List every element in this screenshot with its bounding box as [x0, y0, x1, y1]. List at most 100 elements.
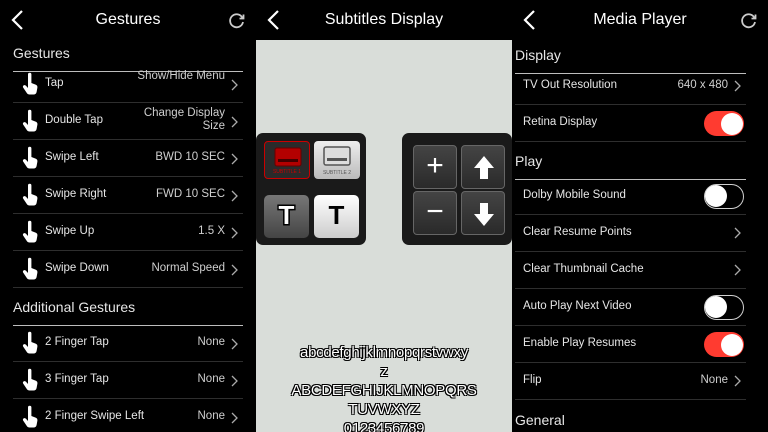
gesture-row[interactable]: 2 Finger Tap None — [13, 325, 243, 362]
subtitle2-button[interactable]: SUBTITLE 2 — [314, 141, 360, 179]
gestures-navbar: Gestures — [0, 0, 256, 40]
outlined-text-button[interactable]: T — [264, 195, 309, 238]
toggle-knob — [720, 333, 743, 356]
subtitle-sample-line: ABCDEFGHIJKLMNOPQRS — [291, 382, 477, 399]
chevron-right-icon — [231, 115, 238, 128]
chevron-right-icon — [734, 264, 741, 276]
clear-resume-points-row[interactable]: Clear Resume Points — [515, 215, 746, 252]
subtitle-sample-line: z — [380, 363, 388, 380]
chevron-right-icon — [231, 263, 238, 276]
row-label: Enable Play Resumes — [523, 337, 637, 349]
move-up-button[interactable] — [461, 145, 505, 189]
page-title: Media Player — [593, 11, 687, 28]
row-label: TV Out Resolution — [523, 79, 617, 91]
hand-pointer-icon — [21, 331, 39, 355]
hand-pointer-icon — [21, 146, 39, 170]
chevron-right-icon — [734, 80, 741, 92]
arrow-down-icon — [474, 203, 494, 226]
row-value: BWD 10 SEC — [155, 151, 225, 163]
row-value: None — [700, 374, 729, 386]
toggle-knob — [705, 185, 727, 207]
row-label: Swipe Up — [45, 225, 95, 237]
media-player-panel: Media Player Display TV Out Resolution 6… — [512, 0, 768, 432]
toggle-knob — [705, 296, 727, 318]
gesture-row[interactable]: Swipe Up 1.5 X — [13, 214, 243, 251]
media-navbar: Media Player — [512, 0, 768, 40]
retina-display-toggle[interactable] — [704, 111, 744, 136]
row-label: Swipe Left — [45, 151, 99, 163]
refresh-icon[interactable] — [228, 12, 246, 30]
subtitle1-caption: SUBTITLE 1 — [272, 169, 302, 175]
font-size-decrease-button[interactable]: − — [413, 191, 457, 235]
row-label: Tap — [45, 77, 64, 89]
subtitle-sample-line: TUVWXYZ — [348, 401, 420, 418]
gesture-row[interactable]: Swipe Down Normal Speed — [13, 251, 243, 288]
hand-pointer-icon — [21, 183, 39, 207]
auto-play-next-video-row: Auto Play Next Video — [515, 289, 746, 326]
hand-pointer-icon — [21, 109, 39, 133]
hand-pointer-icon — [21, 257, 39, 281]
chevron-right-icon — [231, 152, 238, 165]
row-value: 640 x 480 — [677, 79, 728, 91]
gesture-row[interactable]: Swipe Right FWD 10 SEC — [13, 177, 243, 214]
retina-display-row: Retina Display — [515, 105, 746, 142]
tv-out-resolution-row[interactable]: TV Out Resolution 640 x 480 — [515, 68, 746, 105]
chevron-right-icon — [734, 375, 741, 387]
clear-thumbnail-cache-row[interactable]: Clear Thumbnail Cache — [515, 252, 746, 289]
row-value: None — [197, 410, 226, 422]
chevron-right-icon — [231, 337, 238, 350]
subtitle-sample-line: abcdefghijklmnopqrstvwxy — [300, 344, 468, 361]
row-label: 2 Finger Tap — [45, 336, 109, 348]
dolby-mobile-sound-toggle[interactable] — [704, 184, 744, 209]
refresh-icon[interactable] — [740, 12, 758, 30]
hand-pointer-icon — [21, 368, 39, 392]
row-label: 2 Finger Swipe Left — [45, 410, 145, 422]
subtitle1-button[interactable]: SUBTITLE 1 — [264, 141, 310, 179]
hand-pointer-icon — [21, 72, 39, 96]
chevron-right-icon — [231, 226, 238, 239]
hand-pointer-icon — [21, 220, 39, 244]
row-label: Swipe Right — [45, 188, 107, 200]
page-title: Subtitles Display — [324, 11, 444, 28]
row-label: Swipe Down — [45, 262, 109, 274]
row-value: 1.5 X — [198, 225, 225, 237]
enable-play-resumes-row: Enable Play Resumes — [515, 326, 746, 363]
auto-play-next-video-toggle[interactable] — [704, 295, 744, 320]
section-play: Play — [512, 150, 768, 180]
hand-pointer-icon — [21, 405, 39, 429]
row-label: 3 Finger Tap — [45, 373, 109, 385]
row-value: None — [197, 373, 226, 385]
toggle-knob — [720, 112, 743, 135]
gesture-row[interactable]: Double Tap Change Display Size — [13, 103, 243, 140]
row-label: Clear Thumbnail Cache — [523, 263, 644, 275]
row-label: Double Tap — [45, 114, 103, 126]
gesture-row[interactable]: Tap Show/Hide Menu — [13, 66, 243, 103]
chevron-right-icon — [231, 189, 238, 202]
row-value: Change Display Size — [143, 107, 225, 132]
arrow-up-icon — [474, 156, 494, 179]
row-value: FWD 10 SEC — [155, 188, 225, 200]
chevron-right-icon — [231, 78, 238, 91]
gesture-row[interactable]: Swipe Left BWD 10 SEC — [13, 140, 243, 177]
row-label: Retina Display — [523, 116, 598, 128]
gesture-row[interactable]: 3 Finger Tap None — [13, 362, 243, 399]
subtitle-style-controls: SUBTITLE 1 SUBTITLE 2 T T — [256, 133, 366, 245]
row-label: Auto Play Next Video — [523, 300, 632, 312]
page-title: Gestures — [95, 11, 161, 28]
subtitle-size-position-controls: + − — [402, 133, 512, 245]
flip-row[interactable]: Flip None — [515, 363, 746, 400]
screen-icon — [274, 147, 302, 167]
gesture-row[interactable]: 2 Finger Swipe Left None — [13, 399, 243, 432]
row-label: Clear Resume Points — [523, 226, 632, 238]
chevron-right-icon — [231, 374, 238, 387]
enable-play-resumes-toggle[interactable] — [704, 332, 744, 357]
subtitles-panel: Subtitles Display SUBTITLE 1 SUBTITLE 2 … — [256, 0, 512, 432]
section-additional-gestures: Additional Gestures — [0, 296, 256, 326]
font-size-increase-button[interactable]: + — [413, 145, 457, 189]
row-label: Dolby Mobile Sound — [523, 189, 626, 201]
chevron-right-icon — [231, 411, 238, 424]
plain-text-button[interactable]: T — [314, 195, 359, 238]
chevron-right-icon — [734, 227, 741, 239]
section-general: General — [512, 409, 768, 432]
move-down-button[interactable] — [461, 191, 505, 235]
